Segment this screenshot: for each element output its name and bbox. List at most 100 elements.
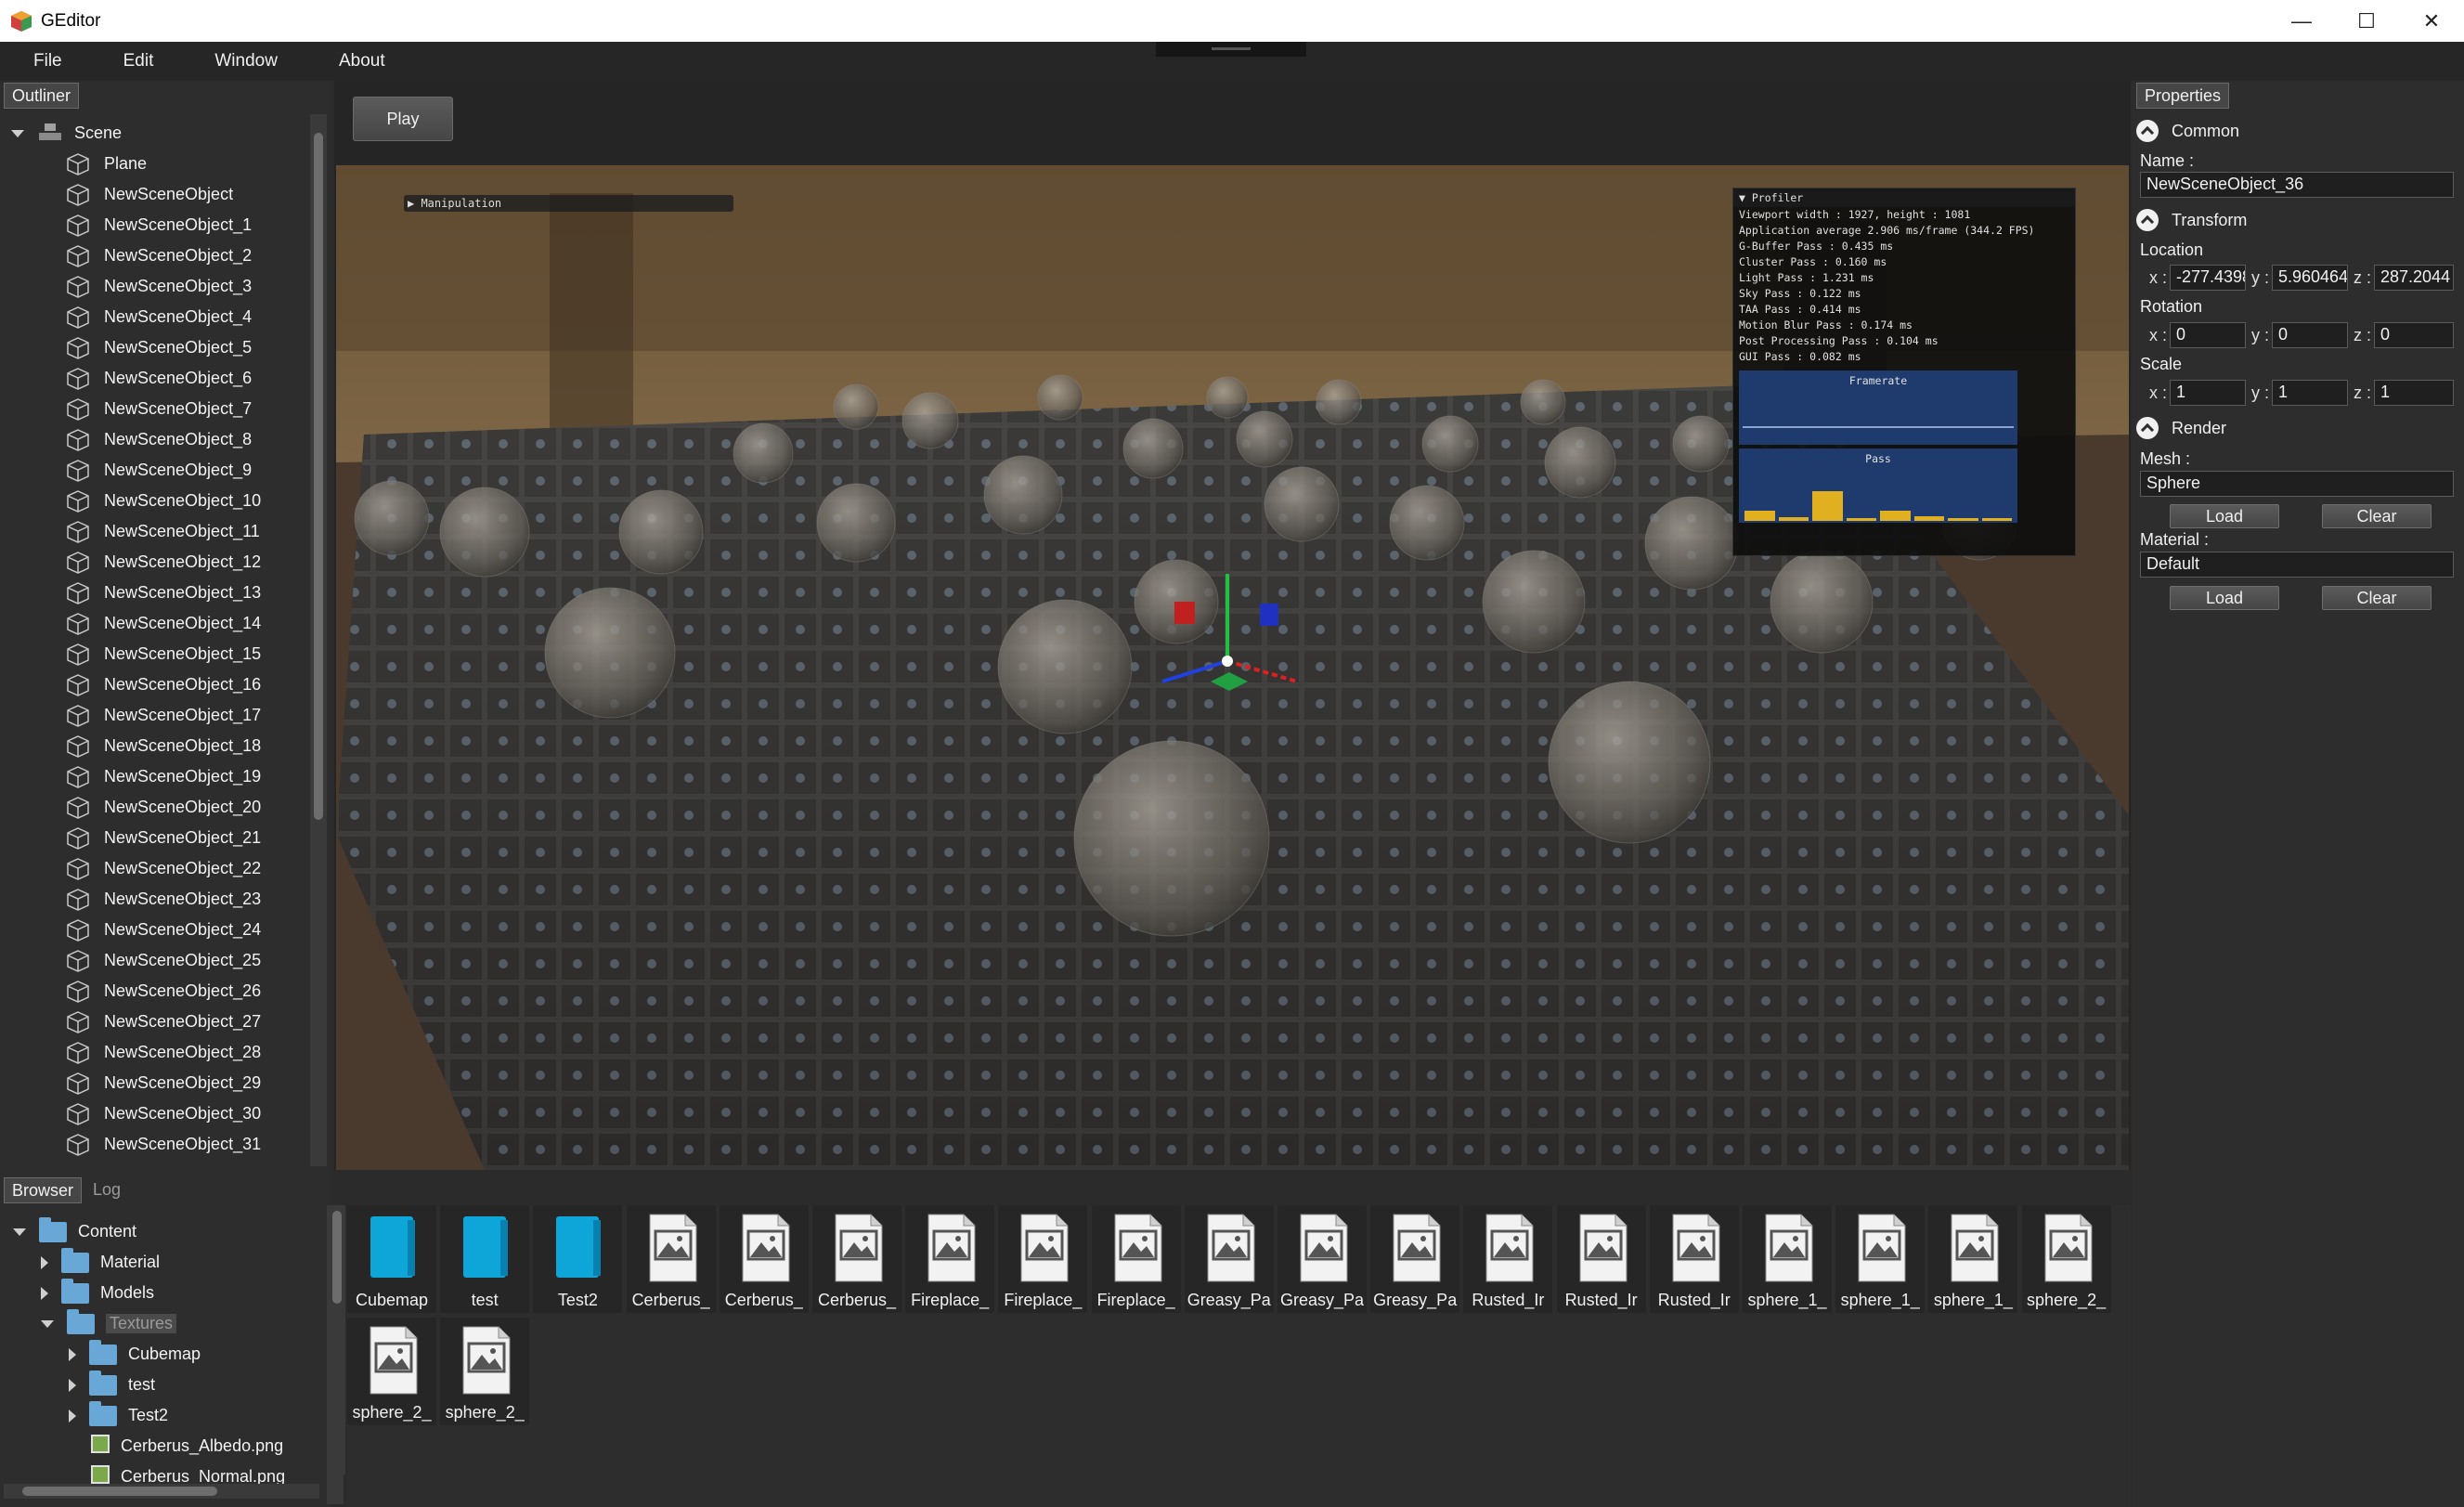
image-file-tile[interactable]: sphere_2_ — [347, 1318, 436, 1425]
menu-file[interactable]: File — [0, 51, 90, 71]
tree-folder[interactable]: test — [69, 1370, 155, 1400]
tree-row-object[interactable]: NewSceneObject_4 — [65, 302, 252, 332]
image-file-tile[interactable]: Greasy_Pa — [1184, 1205, 1274, 1313]
image-file-tile[interactable]: Rusted_Ir — [1463, 1205, 1553, 1313]
profiler-title[interactable]: ▼ Profiler — [1733, 188, 2075, 207]
tree-row-object[interactable]: NewSceneObject_2 — [65, 240, 252, 271]
rotation-y-field[interactable]: 0 — [2272, 322, 2348, 348]
image-file-tile[interactable]: Cerberus_ — [812, 1205, 901, 1313]
tab-browser[interactable]: Browser — [4, 1177, 83, 1203]
tab-properties[interactable]: Properties — [2136, 83, 2230, 109]
material-field[interactable]: Default — [2140, 552, 2454, 578]
expand-arrow-icon[interactable] — [69, 1347, 76, 1361]
location-z-field[interactable]: 287.2044 — [2374, 265, 2454, 291]
tree-row-object[interactable]: NewSceneObject_28 — [65, 1037, 261, 1068]
tree-row-object[interactable]: NewSceneObject_21 — [65, 823, 261, 853]
tree-row-object[interactable]: NewSceneObject_14 — [65, 608, 261, 639]
tree-row-object[interactable]: Plane — [65, 149, 147, 179]
expand-arrow-icon[interactable] — [41, 1319, 54, 1328]
tree-folder[interactable]: Models — [41, 1278, 154, 1308]
expand-arrow-icon[interactable] — [13, 1228, 26, 1236]
tree-folder[interactable]: Cubemap — [69, 1339, 201, 1370]
tree-row-object[interactable]: NewSceneObject_25 — [65, 945, 261, 976]
image-file-tile[interactable]: Rusted_Ir — [1649, 1205, 1739, 1313]
tree-row-object[interactable]: NewSceneObject_9 — [65, 455, 252, 486]
image-file-tile[interactable]: Fireplace_ — [905, 1205, 995, 1313]
minimize-button[interactable]: — — [2269, 0, 2334, 42]
scale-z-field[interactable]: 1 — [2374, 380, 2454, 406]
tree-folder[interactable]: Content — [13, 1216, 136, 1247]
menu-about[interactable]: About — [305, 51, 413, 71]
material-clear-button[interactable]: Clear — [2322, 586, 2432, 610]
tree-row-object[interactable]: NewSceneObject_27 — [65, 1007, 261, 1037]
mesh-clear-button[interactable]: Clear — [2322, 504, 2432, 528]
tree-row-object[interactable]: NewSceneObject_8 — [65, 424, 252, 455]
image-file-tile[interactable]: sphere_2_ — [440, 1318, 530, 1425]
location-x-field[interactable]: -277.4398 — [2170, 265, 2246, 291]
menu-edit[interactable]: Edit — [90, 51, 182, 71]
maximize-button[interactable]: ☐ — [2334, 0, 2399, 42]
location-y-field[interactable]: 5.960464 — [2272, 265, 2348, 291]
tree-folder[interactable]: Material — [41, 1247, 160, 1278]
tree-folder[interactable]: Textures — [41, 1308, 177, 1339]
image-file-tile[interactable]: Cerberus_ — [719, 1205, 809, 1313]
expand-arrow-icon[interactable] — [69, 1378, 76, 1392]
mesh-field[interactable]: Sphere — [2140, 471, 2454, 497]
scale-x-field[interactable]: 1 — [2170, 380, 2246, 406]
tree-row-object[interactable]: NewSceneObject_24 — [65, 915, 261, 945]
close-button[interactable]: ✕ — [2399, 0, 2464, 42]
tree-row-object[interactable]: NewSceneObject_31 — [65, 1129, 261, 1160]
outliner-scrollbar[interactable] — [310, 114, 327, 1166]
image-file-tile[interactable]: Fireplace_ — [1091, 1205, 1181, 1313]
tree-row-object[interactable]: NewSceneObject_18 — [65, 731, 261, 761]
tree-row-object[interactable]: NewSceneObject_17 — [65, 700, 261, 731]
tree-row-object[interactable]: NewSceneObject_13 — [65, 578, 261, 608]
expand-arrow-icon[interactable] — [41, 1286, 48, 1300]
rotation-z-field[interactable]: 0 — [2374, 322, 2454, 348]
material-load-button[interactable]: Load — [2170, 586, 2279, 610]
tree-row-object[interactable]: NewSceneObject_30 — [65, 1098, 261, 1129]
image-file-tile[interactable]: Rusted_Ir — [1556, 1205, 1646, 1313]
tree-row-object[interactable]: NewSceneObject_11 — [65, 516, 260, 547]
image-file-tile[interactable]: sphere_2_ — [2021, 1205, 2111, 1313]
mesh-load-button[interactable]: Load — [2170, 504, 2279, 528]
toolbar-drag-handle[interactable] — [1156, 42, 1306, 57]
section-render[interactable]: Render — [2136, 417, 2226, 439]
folder-tile[interactable]: Test2 — [533, 1205, 623, 1313]
tab-outliner[interactable]: Outliner — [4, 83, 80, 109]
tree-row-object[interactable]: NewSceneObject_6 — [65, 363, 252, 394]
section-common[interactable]: Common — [2136, 120, 2239, 142]
tree-row-object[interactable]: NewSceneObject_15 — [65, 639, 261, 669]
scale-y-field[interactable]: 1 — [2272, 380, 2348, 406]
image-file-tile[interactable]: Greasy_Pa — [1277, 1205, 1367, 1313]
tree-row-object[interactable]: NewSceneObject_12 — [65, 547, 261, 578]
browser-tree-hscrollbar[interactable] — [4, 1484, 319, 1499]
file-grid-scroll-thumb[interactable] — [332, 1211, 342, 1304]
tree-row-object[interactable]: NewSceneObject_10 — [65, 486, 261, 516]
manipulation-header[interactable]: ▶ Manipulation — [404, 195, 733, 212]
outliner-scroll-thumb[interactable] — [314, 133, 323, 820]
play-button[interactable]: Play — [353, 97, 453, 141]
tree-row-object[interactable]: NewSceneObject — [65, 179, 233, 210]
browser-tree-hscroll-thumb[interactable] — [22, 1487, 217, 1496]
image-file-tile[interactable]: sphere_1_ — [1743, 1205, 1832, 1313]
tree-row-object[interactable]: NewSceneObject_20 — [65, 792, 261, 823]
tree-row-object[interactable]: NewSceneObject_5 — [65, 332, 252, 363]
image-file-tile[interactable]: Fireplace_ — [998, 1205, 1088, 1313]
expand-arrow-icon[interactable] — [69, 1409, 76, 1423]
tree-row-object[interactable]: NewSceneObject_29 — [65, 1068, 261, 1098]
name-field[interactable]: NewSceneObject_36 — [2140, 172, 2454, 198]
image-file-tile[interactable]: sphere_1_ — [1835, 1205, 1926, 1313]
tab-log[interactable]: Log — [85, 1177, 128, 1203]
file-grid-scrollbar[interactable] — [329, 1205, 345, 1475]
image-file-tile[interactable]: sphere_1_ — [1928, 1205, 2018, 1313]
tree-folder[interactable]: Test2 — [69, 1400, 168, 1431]
section-transform[interactable]: Transform — [2136, 209, 2247, 231]
rotation-x-field[interactable]: 0 — [2170, 322, 2246, 348]
tree-row-object[interactable]: NewSceneObject_7 — [65, 394, 252, 424]
tree-row-object[interactable]: NewSceneObject_3 — [65, 271, 252, 302]
folder-tile[interactable]: test — [440, 1205, 530, 1313]
image-file-tile[interactable]: Greasy_Pa — [1370, 1205, 1460, 1313]
tree-row-object[interactable]: NewSceneObject_22 — [65, 853, 261, 884]
image-file-tile[interactable]: Cerberus_ — [626, 1205, 716, 1313]
